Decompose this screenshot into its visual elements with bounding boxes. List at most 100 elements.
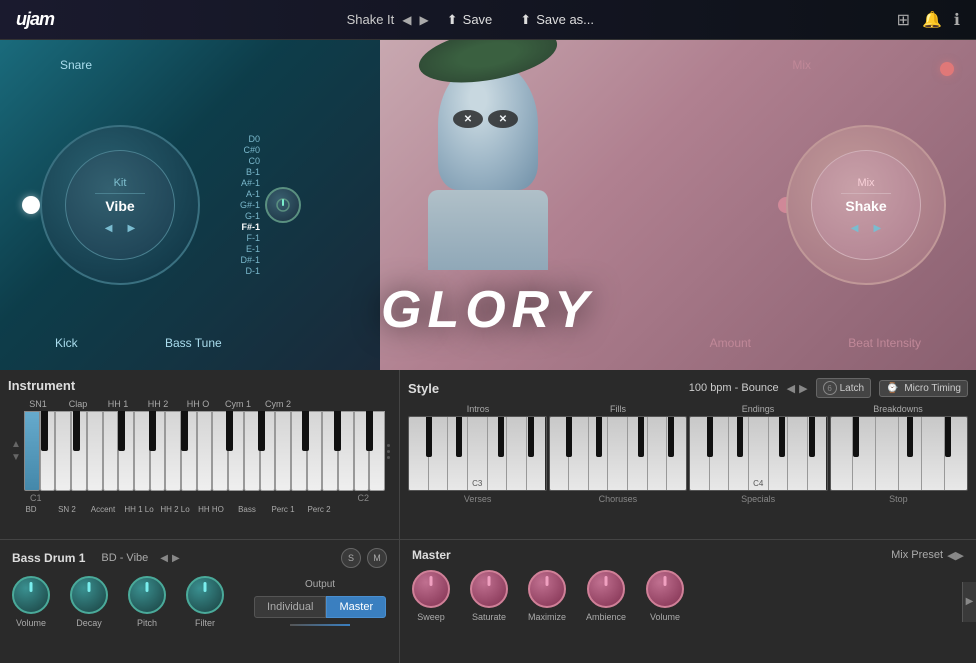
vibe-label: Vibe: [105, 198, 134, 214]
wk-10[interactable]: [165, 411, 181, 491]
sweep-knob[interactable]: [412, 570, 450, 608]
wk-21[interactable]: [338, 411, 354, 491]
shake-prev-button[interactable]: ◀: [851, 223, 859, 234]
wk-5[interactable]: [87, 411, 103, 491]
master-output-button[interactable]: Master: [326, 596, 386, 618]
sweep-knob-group: Sweep: [412, 570, 450, 622]
volume-knob[interactable]: [12, 576, 50, 614]
label-clap: Clap: [58, 399, 98, 409]
sm-buttons: S M: [341, 548, 387, 568]
maximize-knob-group: Maximize: [528, 570, 566, 622]
note-a1: A-1: [246, 189, 260, 199]
tune-dial-indicator[interactable]: [265, 187, 301, 223]
style-prev-button[interactable]: ◀: [787, 382, 795, 395]
mix-dot-knob[interactable]: [940, 62, 954, 76]
individual-button[interactable]: Individual: [254, 596, 326, 618]
scroll-up-arrow[interactable]: ▲: [11, 439, 21, 450]
wk-2[interactable]: [40, 411, 56, 491]
bass-next-button[interactable]: ▶: [172, 553, 180, 564]
dial-prev-button[interactable]: ◀: [105, 223, 113, 234]
top-bar: ujam Shake It ◀ ▶ ⬆ Save ⬆ Save as... ⊞ …: [0, 0, 976, 40]
maximize-knob[interactable]: [528, 570, 566, 608]
label-cym2: Cym 2: [258, 399, 298, 409]
blabel-bass: Bass: [229, 505, 265, 514]
master-prev-button[interactable]: ◀: [947, 549, 955, 562]
kick-knob[interactable]: [22, 196, 40, 214]
pitch-knob[interactable]: [128, 576, 166, 614]
wk-11[interactable]: [181, 411, 197, 491]
style-nav: ◀ ▶: [787, 382, 808, 395]
scroll-down-arrow[interactable]: ▼: [11, 452, 21, 463]
wk-15[interactable]: [244, 411, 260, 491]
wk-12[interactable]: [197, 411, 213, 491]
volume-label: Volume: [16, 618, 46, 628]
wk-16[interactable]: [260, 411, 276, 491]
wk-8[interactable]: [134, 411, 150, 491]
sweep-label: Sweep: [417, 612, 445, 622]
output-section: Output Individual Master: [254, 579, 386, 626]
saturate-knob[interactable]: [470, 570, 508, 608]
save-as-button[interactable]: ⬆ Save as...: [510, 8, 604, 32]
wk-14[interactable]: [228, 411, 244, 491]
wk-23[interactable]: [369, 411, 385, 491]
shake-next-button[interactable]: ▶: [874, 223, 882, 234]
kit-vibe-dial[interactable]: Kit Vibe ◀ ▶: [40, 125, 200, 285]
note-g1: G-1: [245, 211, 260, 221]
wk-20[interactable]: [322, 411, 338, 491]
wk-3[interactable]: [55, 411, 71, 491]
wk-1[interactable]: [24, 411, 40, 491]
preset-prev-button[interactable]: ◀: [402, 13, 411, 27]
mute-button[interactable]: M: [367, 548, 387, 568]
bass-prev-button[interactable]: ◀: [160, 553, 168, 564]
wk-19[interactable]: [307, 411, 323, 491]
wk-6[interactable]: [103, 411, 119, 491]
style-next-button[interactable]: ▶: [799, 382, 807, 395]
wk-18[interactable]: [291, 411, 307, 491]
ambience-knob[interactable]: [587, 570, 625, 608]
drum-top-labels: SN1 Clap HH 1 HH 2 HH O Cym 1 Cym 2: [8, 399, 391, 409]
micro-timing-button[interactable]: ⌚ Micro Timing: [879, 380, 968, 397]
dial-next-button[interactable]: ▶: [128, 223, 136, 234]
solo-button[interactable]: S: [341, 548, 361, 568]
instrument-piano[interactable]: [24, 411, 385, 491]
piano-note-labels: C1 C2: [8, 491, 391, 503]
statue-figure: ✕ ✕: [388, 60, 588, 280]
maximize-label: Maximize: [528, 612, 566, 622]
bell-icon[interactable]: 🔔: [922, 10, 942, 30]
master-volume-knob[interactable]: [646, 570, 684, 608]
wk-9[interactable]: [150, 411, 166, 491]
save-button[interactable]: ⬆ Save: [437, 8, 503, 32]
bass-knobs: Volume Decay Pitch Filter Output: [12, 576, 387, 628]
wk-17[interactable]: [275, 411, 291, 491]
wk-7[interactable]: [118, 411, 134, 491]
info-icon[interactable]: ℹ: [954, 10, 960, 30]
save-as-label: Save as...: [536, 12, 594, 27]
bottom-choruses: Choruses: [548, 494, 687, 504]
fills-keys[interactable]: [549, 416, 688, 491]
mix-shake-dial[interactable]: Mix Shake ◀ ▶: [786, 125, 946, 285]
wk-13[interactable]: [212, 411, 228, 491]
grid-icon[interactable]: ⊞: [897, 10, 910, 30]
hero-section: Snare Kick Bass Tune Kit Vibe ◀ ▶ D0 C#0: [0, 40, 976, 370]
label-hh1: HH 1: [98, 399, 138, 409]
decay-knob[interactable]: [70, 576, 108, 614]
blabel-accent: Accent: [85, 505, 121, 514]
breakdowns-keys[interactable]: [830, 416, 969, 491]
latch-button[interactable]: 6 Latch: [816, 378, 871, 398]
shake-label: Shake: [845, 198, 886, 214]
endings-keys[interactable]: C4: [689, 416, 828, 491]
intros-keys[interactable]: C3: [408, 416, 547, 491]
side-collapse-button[interactable]: ▶: [962, 582, 976, 622]
preset-next-button[interactable]: ▶: [420, 13, 429, 27]
note-e1: E-1: [246, 244, 260, 254]
scroll-right-dots: [385, 411, 391, 491]
filter-knob[interactable]: [186, 576, 224, 614]
latch-number: 6: [827, 384, 831, 393]
instrument-panel: Instrument SN1 Clap HH 1 HH 2 HH O Cym 1…: [0, 370, 400, 539]
scroll-left-area[interactable]: ▲ ▼: [8, 411, 24, 491]
wk-22[interactable]: [354, 411, 370, 491]
bass-master-row: Bass Drum 1 BD - Vibe ◀ ▶ S M Volume: [0, 540, 976, 663]
master-next-button[interactable]: ▶: [956, 549, 964, 562]
wk-4[interactable]: [71, 411, 87, 491]
note-c1-label: C1: [30, 493, 42, 503]
